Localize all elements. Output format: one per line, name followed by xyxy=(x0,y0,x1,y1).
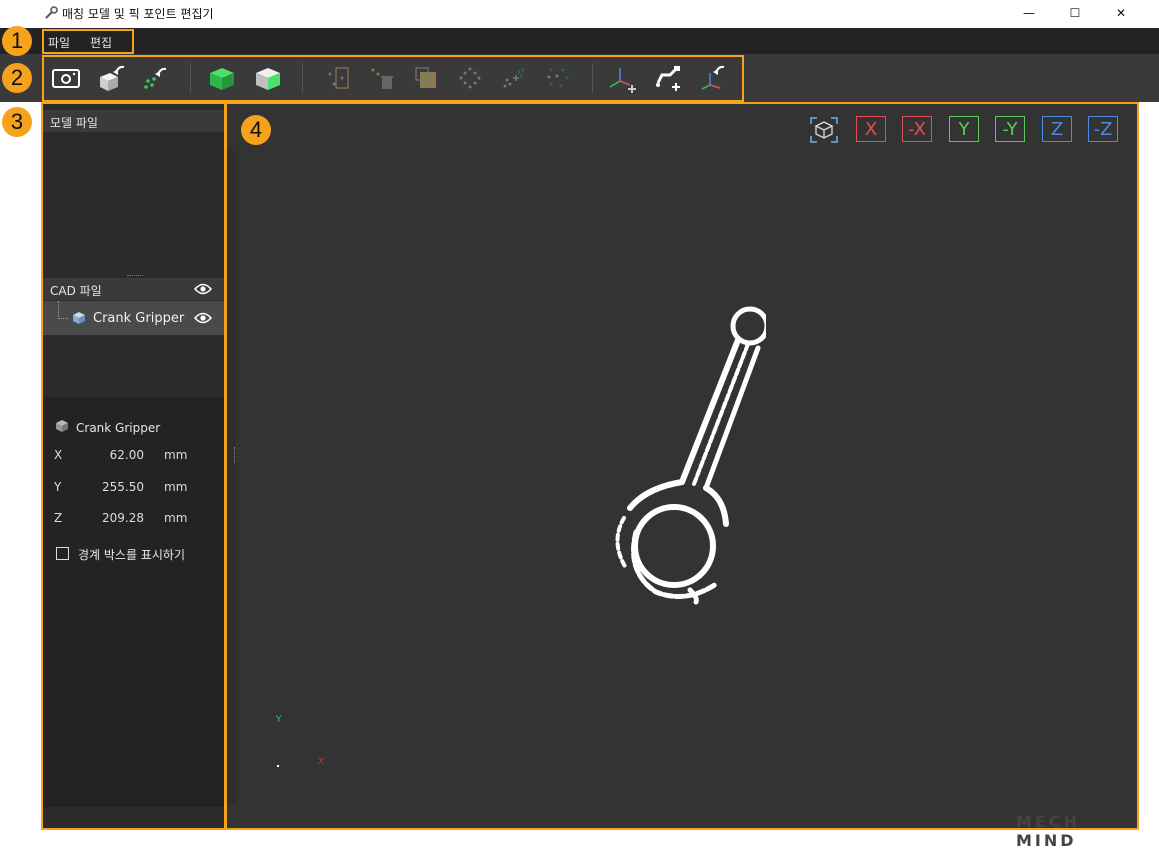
wrench-icon xyxy=(45,6,58,19)
close-button[interactable]: ✕ xyxy=(1098,0,1144,26)
callout-4: 4 xyxy=(241,115,271,145)
callout-1: 1 xyxy=(2,26,32,56)
highlight-menubar xyxy=(42,29,134,54)
menu-bar: 파일 편집 xyxy=(0,28,1159,54)
callout-2: 2 xyxy=(2,63,32,93)
highlight-viewport xyxy=(225,102,1139,830)
title-bar: 매칭 모델 및 픽 포인트 편집기 — ☐ ✕ xyxy=(0,0,1159,28)
maximize-button[interactable]: ☐ xyxy=(1052,0,1098,26)
highlight-toolbar xyxy=(42,55,744,102)
callout-3: 3 xyxy=(2,107,32,137)
window-title: 매칭 모델 및 픽 포인트 편집기 xyxy=(62,7,214,21)
highlight-left-panel xyxy=(41,102,226,830)
minimize-button[interactable]: — xyxy=(1006,0,1052,26)
